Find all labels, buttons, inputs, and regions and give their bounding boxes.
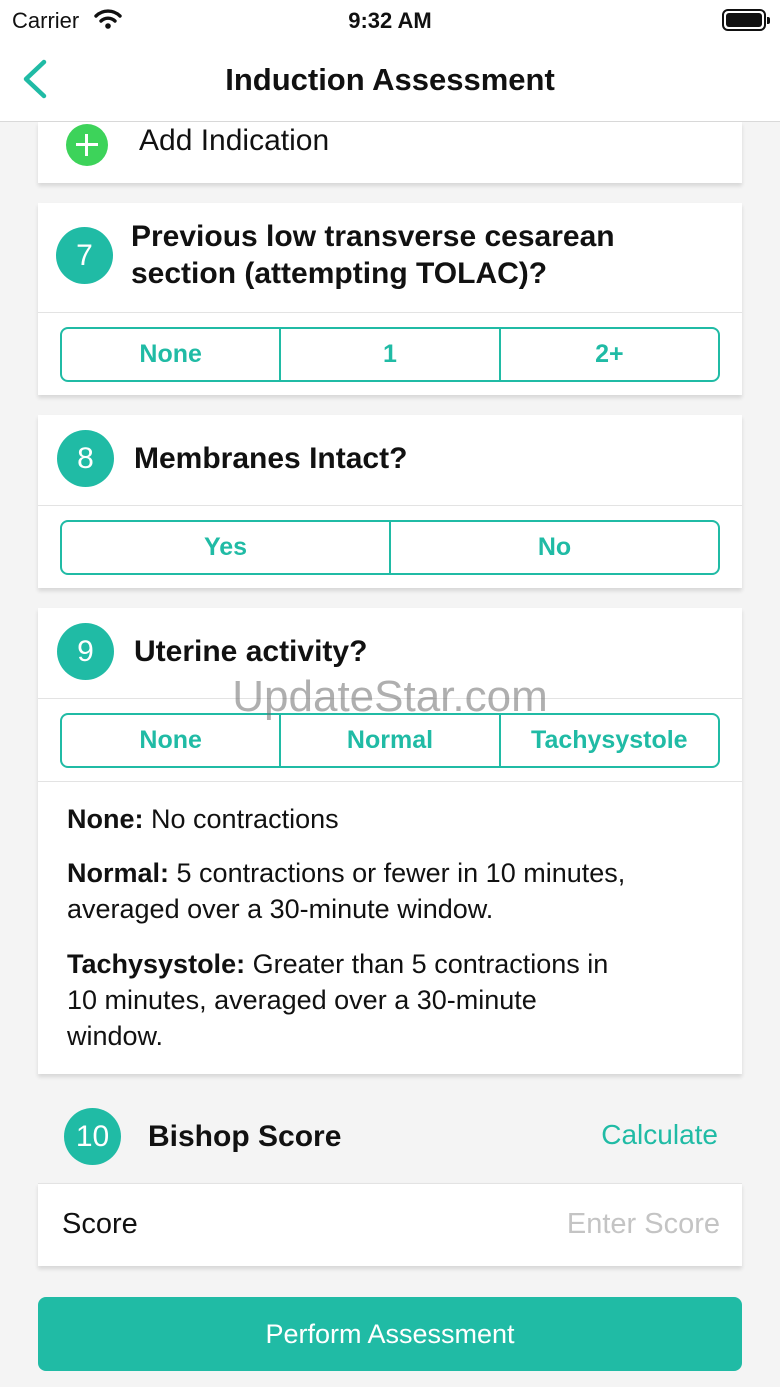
tolac-segmented-control[interactable]: None 1 2+ [60, 327, 720, 382]
question-7-card: 7 Previous low transverse cesarean secti… [38, 203, 742, 395]
question-7-text: Previous low transverse cesarean section… [131, 220, 615, 290]
question-number-badge: 9 [57, 623, 114, 680]
divider [38, 312, 742, 313]
option-1[interactable]: 1 [281, 329, 501, 380]
question-8-card: 8 Membranes Intact? Yes No [38, 415, 742, 588]
status-bar: Carrier 9:32 AM [0, 0, 780, 40]
status-time: 9:32 AM [348, 8, 432, 33]
score-input[interactable] [420, 1208, 720, 1241]
question-number-badge: 10 [64, 1108, 121, 1165]
option-normal[interactable]: Normal [281, 715, 501, 766]
bishop-score-title: Bishop Score [148, 1120, 342, 1153]
option-tachysystole[interactable]: Tachysystole [501, 715, 718, 766]
membranes-segmented-control[interactable]: Yes No [60, 520, 720, 575]
divider [38, 698, 742, 699]
divider [38, 505, 742, 506]
nav-bar: Induction Assessment [0, 40, 780, 122]
score-label: Score [62, 1208, 138, 1240]
question-8-text: Membranes Intact? [134, 442, 408, 475]
option-none[interactable]: None [62, 715, 282, 766]
perform-assessment-button[interactable]: Perform Assessment [38, 1297, 742, 1371]
option-no[interactable]: No [391, 522, 718, 573]
question-9-card: 9 Uterine activity? None Normal Tachysys… [38, 608, 742, 1074]
add-indication-card[interactable]: Add Indication [38, 122, 742, 183]
battery-icon [722, 9, 770, 31]
uterine-activity-segmented-control[interactable]: None Normal Tachysystole [60, 713, 720, 768]
score-card: Score [38, 1183, 742, 1266]
description-normal: Normal: 5 contractions or fewer in 10 mi… [67, 858, 626, 924]
question-9-text: Uterine activity? [134, 635, 368, 668]
option-none[interactable]: None [62, 329, 282, 380]
page-title: Induction Assessment [225, 62, 555, 97]
description-tachysystole: Tachysystole: Greater than 5 contraction… [67, 949, 609, 1051]
question-number-badge: 7 [56, 227, 113, 284]
option-2-plus[interactable]: 2+ [501, 329, 718, 380]
option-yes[interactable]: Yes [62, 522, 391, 573]
divider [38, 781, 742, 782]
question-number-badge: 8 [57, 430, 114, 487]
calculate-link[interactable]: Calculate [601, 1119, 718, 1151]
description-none: None: No contractions [67, 804, 339, 834]
plus-circle-icon[interactable] [66, 124, 108, 166]
add-indication-label: Add Indication [139, 124, 330, 157]
